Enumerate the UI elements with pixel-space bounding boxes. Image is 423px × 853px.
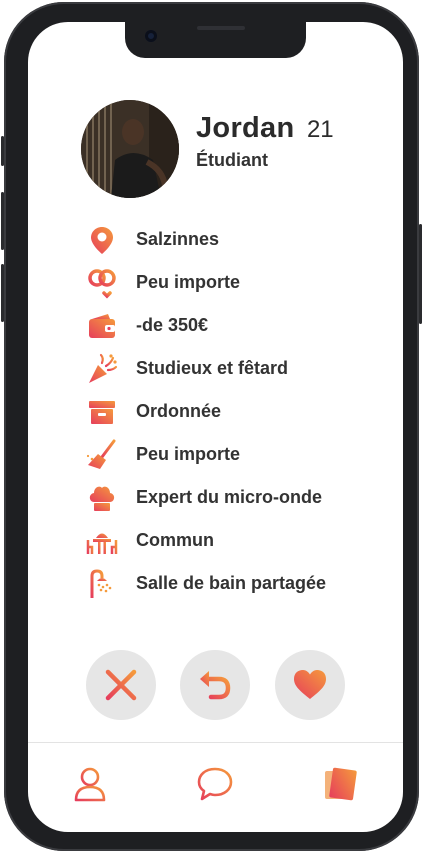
user-icon (74, 767, 106, 802)
undo-button[interactable] (180, 650, 250, 720)
phone-frame: Jordan 21 Étudiant Salzinnes Peu importe… (1, 2, 422, 851)
dislike-button[interactable] (86, 650, 156, 720)
broom-icon (86, 439, 116, 469)
shower-icon (90, 569, 112, 598)
profile-age: 21 (306, 116, 334, 143)
cards-icon (325, 767, 357, 801)
camera-icon (145, 30, 157, 42)
action-bar (86, 650, 346, 720)
nav-divider (28, 742, 403, 743)
name-row: Jordan 21 (196, 112, 334, 145)
chef-hat-icon (89, 486, 115, 511)
heart-icon (294, 670, 326, 699)
attribute-label: Salle de bain partagée (136, 573, 327, 593)
speaker (197, 26, 245, 30)
side-button (1, 136, 4, 166)
nav-cards-button[interactable] (320, 764, 360, 804)
undo-icon (200, 671, 231, 700)
profile-status: Étudiant (196, 150, 268, 170)
screen: Jordan 21 Étudiant Salzinnes Peu importe… (28, 22, 403, 832)
side-button (1, 264, 4, 322)
attribute-label: Studieux et fêtard (136, 358, 289, 378)
chat-bubble-icon (197, 767, 233, 801)
nav-messages-button[interactable] (195, 764, 235, 804)
profile-name: Jordan (196, 112, 295, 144)
side-button (1, 192, 4, 250)
location-pin-icon (91, 227, 113, 254)
like-button[interactable] (275, 650, 345, 720)
nav-profile-button[interactable] (70, 764, 110, 804)
attribute-label: Ordonnée (136, 401, 222, 421)
attribute-label: -de 350€ (136, 315, 209, 335)
party-popper-icon (89, 353, 118, 383)
attribute-label: Commun (136, 530, 214, 550)
close-icon (105, 669, 137, 701)
gender-symbols-icon (88, 269, 116, 299)
wallet-icon (89, 314, 115, 338)
attribute-label: Peu importe (136, 272, 241, 292)
storage-box-icon (89, 401, 115, 424)
attribute-label: Salzinnes (136, 229, 220, 249)
side-button (419, 224, 422, 324)
attribute-label: Peu importe (136, 444, 241, 464)
avatar (81, 100, 179, 198)
dining-table-icon (86, 528, 118, 554)
notch (125, 22, 306, 58)
attribute-label: Expert du micro-onde (136, 487, 323, 507)
